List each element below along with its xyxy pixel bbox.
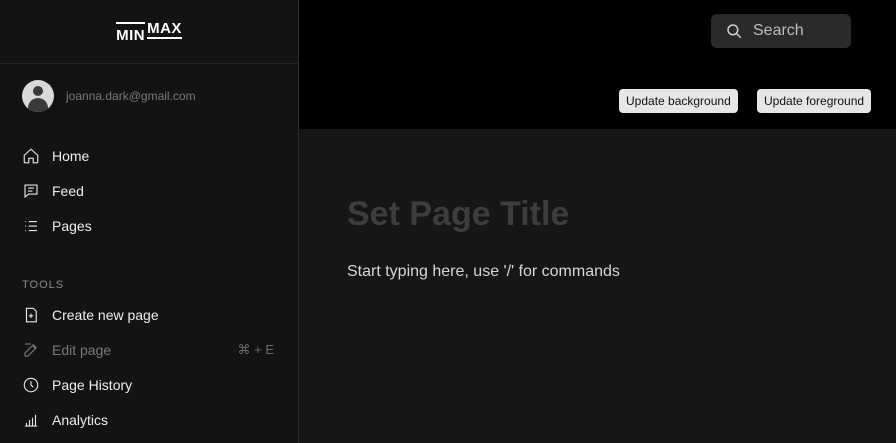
sidebar: MIN MAX joanna.dark@gmail.com Home Feed … [0,0,299,443]
logo-area: MIN MAX [0,0,298,64]
logo[interactable]: MIN MAX [116,19,182,43]
tool-label: Analytics [52,411,109,428]
edit-shortcut: ⌘ + E [237,341,275,357]
update-foreground-button[interactable]: Update foreground [757,89,872,113]
tools-section-label: TOOLS [22,279,65,291]
nav-item-label: Home [52,147,90,164]
nav-item-feed[interactable]: Feed [0,173,298,208]
user-profile[interactable]: joanna.dark@gmail.com [22,80,196,112]
update-background-button[interactable]: Update background [619,89,738,113]
tools-nav: Create new page Edit page ⌘ + E Page His… [0,297,298,437]
page-title-input[interactable]: Set Page Title [347,195,569,234]
tool-analytics[interactable]: Analytics [0,402,298,437]
feed-icon [24,183,38,198]
main-nav: Home Feed Pages [0,138,298,243]
logo-min-text: MIN [116,21,146,43]
home-icon [23,147,39,163]
tool-create-new-page[interactable]: Create new page [0,297,298,332]
analytics-icon [25,414,37,427]
avatar-body [28,98,48,112]
logo-max-text: MAX [147,19,182,39]
nav-item-pages[interactable]: Pages [0,208,298,243]
nav-item-home[interactable]: Home [0,138,298,173]
search-box[interactable]: Search [711,14,851,48]
user-email: joanna.dark@gmail.com [66,89,196,103]
list-icon [25,220,37,231]
edit-icon [24,342,38,357]
history-icon [23,377,39,392]
tool-label: Edit page [52,341,112,358]
avatar[interactable] [22,80,54,112]
search-placeholder: Search [753,22,804,39]
tool-page-history[interactable]: Page History [0,367,298,402]
top-header: Search Update background Update foregrou… [299,0,896,129]
tool-label: Create new page [52,306,159,323]
page-body-input[interactable]: Start typing here, use '/' for commands [347,263,620,281]
editor[interactable]: Set Page Title Start typing here, use '/… [299,129,896,443]
search-icon [727,24,742,39]
tool-edit-page[interactable]: Edit page ⌘ + E [0,332,298,367]
tool-label: Page History [52,376,133,393]
avatar-head [33,86,43,96]
new-page-icon [25,307,37,322]
nav-item-label: Feed [52,182,84,199]
nav-item-label: Pages [52,217,92,234]
